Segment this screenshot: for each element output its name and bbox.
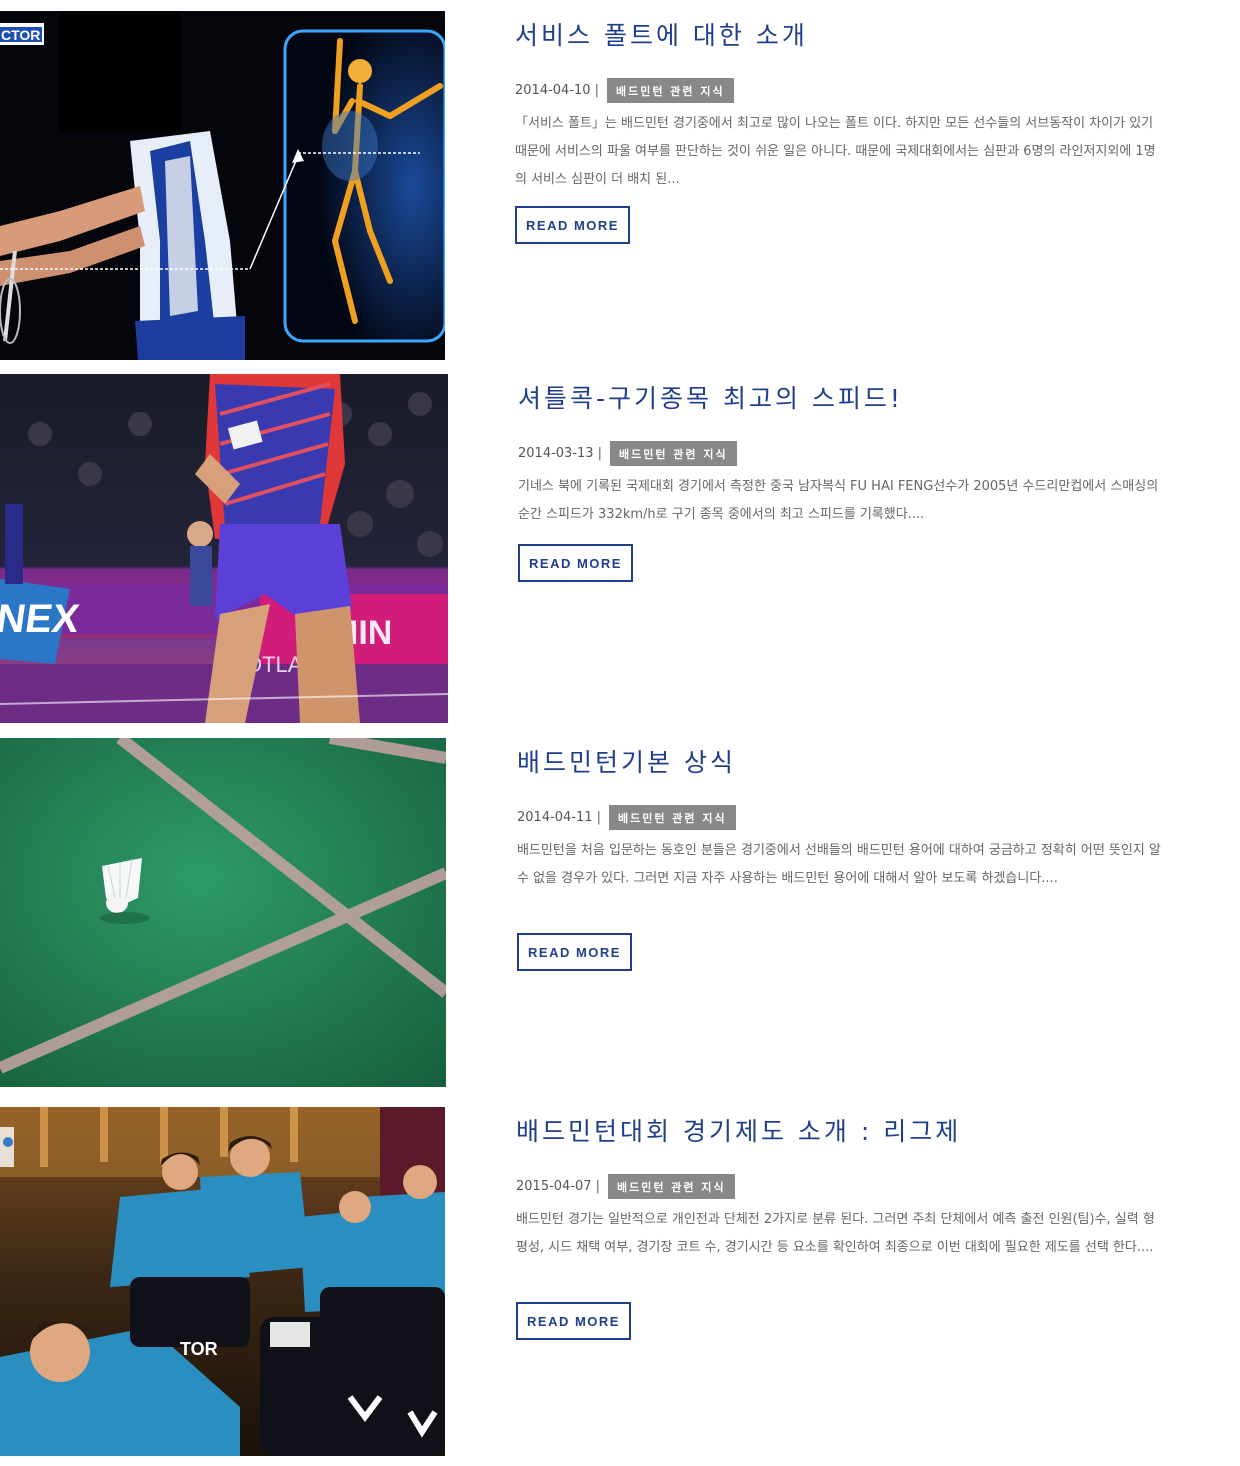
post-meta: 2014-04-11 | 배드민턴 관련 지식	[517, 804, 736, 830]
post-meta: 2015-04-07 | 배드민턴 관련 지식	[516, 1173, 735, 1199]
post-excerpt: 배드민턴을 처음 입문하는 동호인 분들은 경기중에서 선배들의 배드민턴 용어…	[517, 843, 1161, 886]
read-more-button[interactable]: READ MORE	[518, 544, 633, 582]
post-item: 배드민턴기본 상식 2014-04-11 | 배드민턴 관련 지식 배드민턴을 …	[0, 738, 1240, 1088]
post-item: ONEX MIN OTLAND 셔틀콕-구기종목 최고의 스피드! 2014-0…	[0, 374, 1240, 724]
post-title[interactable]: 배드민턴기본 상식	[517, 743, 736, 779]
post-date: 2014-04-10	[515, 82, 591, 98]
read-more-button[interactable]: READ MORE	[515, 206, 630, 244]
category-badge[interactable]: 배드민턴 관련 지식	[606, 77, 734, 103]
image-banner-text: ONEX	[0, 596, 82, 641]
category-badge[interactable]: 배드민턴 관련 지식	[608, 804, 736, 830]
image-brand-text: TOR	[180, 1339, 218, 1359]
post-title[interactable]: 셔틀콕-구기종목 최고의 스피드!	[518, 379, 903, 415]
read-more-button[interactable]: READ MORE	[516, 1302, 631, 1340]
meta-separator: |	[595, 1178, 600, 1194]
post-meta: 2014-03-13 | 배드민턴 관련 지식	[518, 440, 737, 466]
post-title[interactable]: 배드민턴대회 경기제도 소개 : 리그제	[516, 1112, 961, 1148]
meta-separator: |	[594, 82, 599, 98]
post-date: 2015-04-07	[516, 1178, 592, 1194]
post-item: CTOR 서비스 폴트에 대한 소개 2014-04-10 | 배드민턴 관련 …	[0, 11, 1240, 361]
post-thumbnail-image[interactable]: CTOR	[0, 11, 445, 360]
post-thumbnail-image[interactable]	[0, 738, 446, 1087]
post-meta: 2014-04-10 | 배드민턴 관련 지식	[515, 77, 734, 103]
post-excerpt: 「서비스 폴트」는 배드민턴 경기중에서 최고로 많이 나오는 폴트 이다. 하…	[515, 116, 1156, 187]
post-title[interactable]: 서비스 폴트에 대한 소개	[515, 16, 808, 52]
post-date: 2014-03-13	[518, 445, 594, 461]
post-item: TOR 배드민턴대회 경기제도 소개 : 리그제 2015-04-07 | 배드…	[0, 1107, 1240, 1457]
post-excerpt: 기네스 북에 기록된 국제대회 경기에서 측정한 중국 남자복식 FU HAI …	[518, 479, 1159, 522]
post-thumbnail-image[interactable]: ONEX MIN OTLAND	[0, 374, 448, 723]
image-brand-text: CTOR	[1, 27, 40, 43]
read-more-button[interactable]: READ MORE	[517, 933, 632, 971]
category-badge[interactable]: 배드민턴 관련 지식	[609, 440, 737, 466]
post-excerpt: 배드민턴 경기는 일반적으로 개인전과 단체전 2가지로 분류 된다. 그러면 …	[516, 1212, 1155, 1255]
meta-separator: |	[596, 809, 601, 825]
post-date: 2014-04-11	[517, 809, 593, 825]
post-thumbnail-image[interactable]: TOR	[0, 1107, 445, 1456]
meta-separator: |	[597, 445, 602, 461]
category-badge[interactable]: 배드민턴 관련 지식	[607, 1173, 735, 1199]
